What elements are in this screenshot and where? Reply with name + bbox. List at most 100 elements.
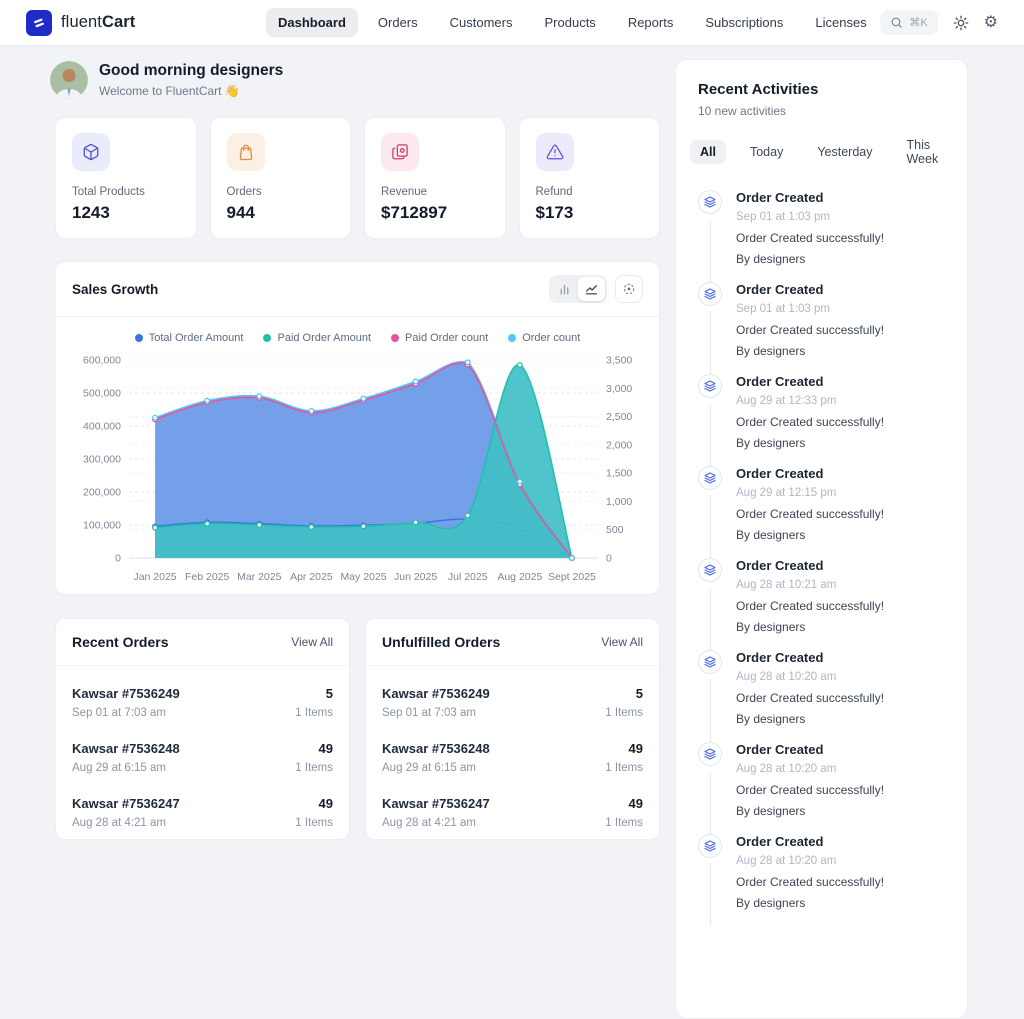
stat-value: 1243	[72, 203, 180, 223]
svg-text:500: 500	[606, 524, 624, 536]
nav-item-subscriptions[interactable]: Subscriptions	[693, 8, 795, 37]
order-row[interactable]: Kawsar #7536247 Aug 28 at 4:21 am 49 1 I…	[72, 784, 333, 839]
svg-text:2,500: 2,500	[606, 411, 632, 423]
layers-icon	[698, 466, 722, 490]
svg-text:Sept 2025: Sept 2025	[548, 571, 596, 583]
order-items-count: 1 Items	[295, 707, 333, 719]
legend-label: Total Order Amount	[149, 332, 244, 344]
brand[interactable]: fluentCart	[26, 10, 244, 36]
order-row[interactable]: Kawsar #7536248 Aug 29 at 6:15 am 49 1 I…	[382, 729, 643, 784]
order-quantity: 49	[295, 796, 333, 811]
stat-card: Orders 944	[210, 117, 352, 239]
activity-item: Order Created Aug 28 at 10:20 am Order C…	[698, 742, 945, 834]
order-customer: Kawsar #7536248	[72, 741, 180, 756]
svg-text:100,000: 100,000	[83, 520, 121, 532]
timeline-connector	[710, 587, 711, 650]
stat-card: Revenue $712897	[364, 117, 506, 239]
order-row[interactable]: Kawsar #7536247 Aug 28 at 4:21 am 49 1 I…	[382, 784, 643, 839]
activities-tab[interactable]: Today	[740, 140, 793, 164]
legend-dot	[391, 334, 399, 342]
nav-item-reports[interactable]: Reports	[616, 8, 686, 37]
main-nav: Dashboard Orders Customers Products Repo…	[266, 8, 879, 37]
layers-icon	[698, 834, 722, 858]
svg-text:Feb 2025: Feb 2025	[185, 571, 230, 583]
legend-dot	[263, 334, 271, 342]
stat-label: Refund	[536, 186, 644, 198]
activities-tab[interactable]: Yesterday	[807, 140, 882, 164]
order-quantity: 49	[295, 741, 333, 756]
bar-chart-icon[interactable]	[551, 277, 578, 301]
legend-label: Paid Order Amount	[277, 332, 371, 344]
svg-text:Jan 2025: Jan 2025	[133, 571, 176, 583]
activity-author: By designers	[736, 252, 884, 266]
layers-icon	[698, 558, 722, 582]
search-icon	[890, 16, 903, 29]
activity-author: By designers	[736, 712, 884, 726]
activity-title: Order Created	[736, 466, 884, 481]
activity-author: By designers	[736, 620, 884, 634]
search-button[interactable]: ⌘K	[880, 10, 937, 35]
legend-item[interactable]: Total Order Amount	[135, 332, 244, 344]
order-customer: Kawsar #7536248	[382, 741, 490, 756]
legend-dot	[135, 334, 143, 342]
layers-icon	[698, 190, 722, 214]
timeline-connector	[710, 771, 711, 834]
order-row[interactable]: Kawsar #7536249 Sep 01 at 7:03 am 5 1 It…	[382, 674, 643, 729]
nav-item-licenses[interactable]: Licenses	[803, 8, 878, 37]
nav-item-orders[interactable]: Orders	[366, 8, 430, 37]
legend-item[interactable]: Paid Order Amount	[263, 332, 371, 344]
order-date: Aug 28 at 4:21 am	[382, 817, 490, 829]
search-shortcut: ⌘K	[909, 16, 927, 29]
chart-options-icon[interactable]	[615, 275, 643, 303]
stat-label: Total Products	[72, 186, 180, 198]
order-date: Sep 01 at 7:03 am	[382, 707, 490, 719]
svg-text:3,500: 3,500	[606, 355, 632, 367]
legend-label: Order count	[522, 332, 580, 344]
recent-orders-view-all-link[interactable]: View All	[291, 635, 333, 649]
timeline-connector	[710, 495, 711, 558]
activities-tab[interactable]: All	[690, 140, 726, 164]
svg-text:3,000: 3,000	[606, 383, 632, 395]
greeting-section: Good morning designers Welcome to Fluent…	[50, 61, 660, 99]
theme-toggle-icon[interactable]	[953, 15, 969, 31]
nav-item-dashboard[interactable]: Dashboard	[266, 8, 358, 37]
user-avatar[interactable]	[50, 61, 88, 99]
activity-time: Sep 01 at 1:03 pm	[736, 211, 884, 223]
activity-description: Order Created successfully!	[736, 415, 884, 429]
layers-icon	[698, 374, 722, 398]
activity-time: Aug 28 at 10:20 am	[736, 855, 884, 867]
settings-gear-icon[interactable]: ⚙	[984, 15, 998, 31]
svg-text:300,000: 300,000	[83, 454, 121, 466]
svg-text:400,000: 400,000	[83, 421, 121, 433]
svg-text:Jul 2025: Jul 2025	[448, 571, 488, 583]
timeline-connector	[710, 863, 711, 926]
activities-subtitle: 10 new activities	[698, 104, 945, 118]
svg-text:Mar 2025: Mar 2025	[237, 571, 282, 583]
svg-text:May 2025: May 2025	[340, 571, 386, 583]
activities-tab[interactable]: This Week	[896, 133, 948, 171]
order-customer: Kawsar #7536249	[72, 686, 180, 701]
activity-item: Order Created Aug 28 at 10:20 am Order C…	[698, 650, 945, 742]
line-chart-icon[interactable]	[578, 277, 605, 301]
chart-legend: Total Order Amount Paid Order Amount Pai…	[56, 317, 659, 348]
order-customer: Kawsar #7536247	[72, 796, 180, 811]
order-quantity: 49	[605, 796, 643, 811]
unfulfilled-orders-view-all-link[interactable]: View All	[601, 635, 643, 649]
activity-author: By designers	[736, 436, 884, 450]
activity-title: Order Created	[736, 834, 884, 849]
nav-item-products[interactable]: Products	[533, 8, 608, 37]
order-date: Aug 29 at 6:15 am	[72, 762, 180, 774]
nav-item-customers[interactable]: Customers	[438, 8, 525, 37]
activity-title: Order Created	[736, 650, 884, 665]
legend-item[interactable]: Order count	[508, 332, 580, 344]
activity-author: By designers	[736, 896, 884, 910]
order-date: Aug 29 at 6:15 am	[382, 762, 490, 774]
activity-item: Order Created Aug 29 at 12:33 pm Order C…	[698, 374, 945, 466]
order-row[interactable]: Kawsar #7536249 Sep 01 at 7:03 am 5 1 It…	[72, 674, 333, 729]
activity-item: Order Created Aug 28 at 10:20 am Order C…	[698, 834, 945, 926]
legend-dot	[508, 334, 516, 342]
order-row[interactable]: Kawsar #7536248 Aug 29 at 6:15 am 49 1 I…	[72, 729, 333, 784]
legend-item[interactable]: Paid Order count	[391, 332, 488, 344]
order-customer: Kawsar #7536247	[382, 796, 490, 811]
activity-author: By designers	[736, 804, 884, 818]
